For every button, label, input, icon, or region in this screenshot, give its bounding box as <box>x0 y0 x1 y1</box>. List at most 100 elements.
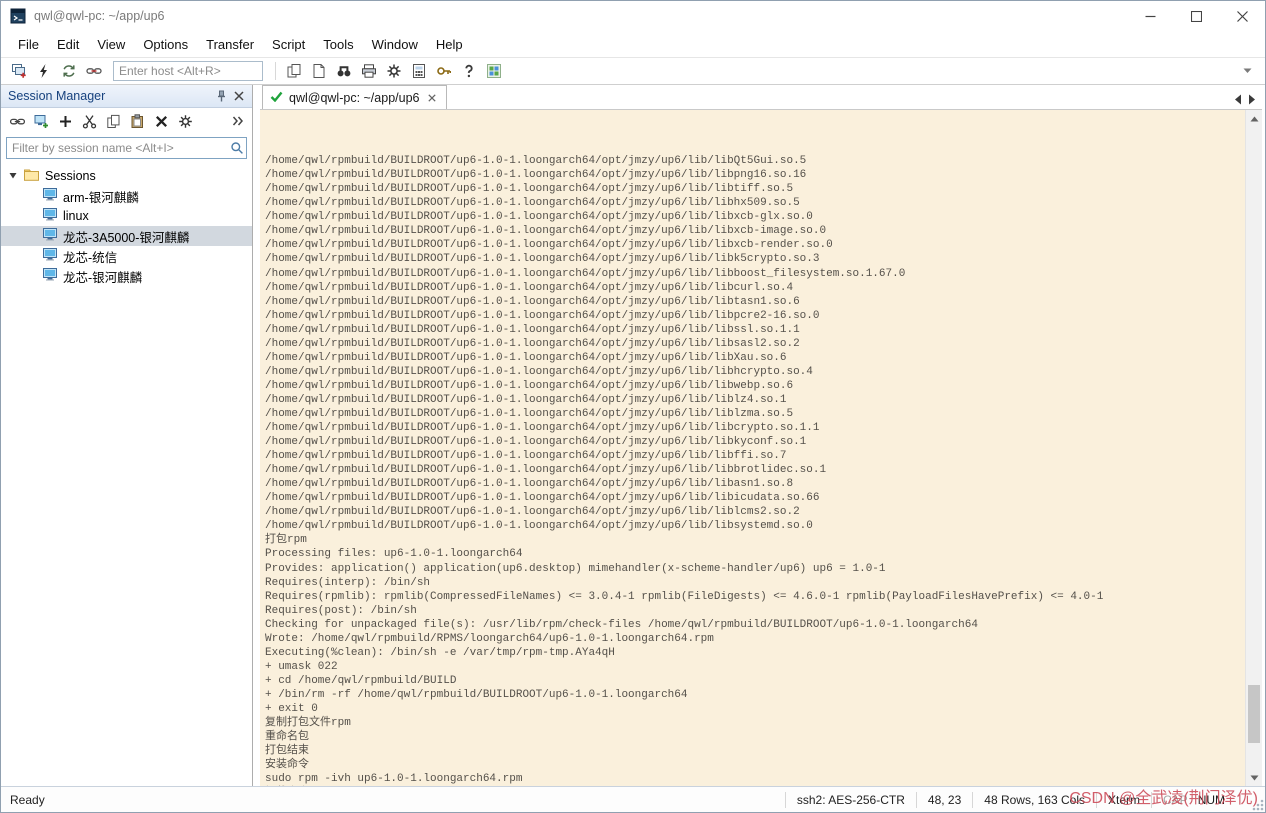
resize-grip[interactable] <box>1247 787 1265 812</box>
new-session-button-panel[interactable] <box>31 111 52 132</box>
print-button[interactable] <box>357 60 380 83</box>
terminal-line: Requires(rpmlib): rpmlib(CompressedFileN… <box>265 590 1242 604</box>
tree-root-label: Sessions <box>45 169 96 183</box>
scrollbar-thumb[interactable] <box>1248 685 1260 743</box>
terminal-line: /home/qwl/rpmbuild/BUILDROOT/up6-1.0-1.l… <box>265 210 1242 224</box>
terminal-line: /home/qwl/rpmbuild/BUILDROOT/up6-1.0-1.l… <box>265 154 1242 168</box>
duplicate-session-button[interactable] <box>282 60 305 83</box>
tab-scroll-left-button[interactable] <box>1234 94 1242 105</box>
titlebar: qwl@qwl-pc: ~/app/up6 <box>1 1 1265 31</box>
delete-button[interactable] <box>151 111 172 132</box>
session-arm-yinhe-kylin[interactable]: arm-银河麒麟 <box>1 186 252 206</box>
terminal-line: 打包结束 <box>265 744 1242 758</box>
terminal-line: /home/qwl/rpmbuild/BUILDROOT/up6-1.0-1.l… <box>265 337 1242 351</box>
toolbar-overflow-button[interactable] <box>1236 60 1259 83</box>
session-loongson-yinhe-kylin[interactable]: 龙芯-银河麒麟 <box>1 266 252 286</box>
terminal-line: + /bin/rm -rf /home/qwl/rpmbuild/BUILDRO… <box>265 688 1242 702</box>
tab-close-button[interactable] <box>425 91 439 105</box>
menu-edit[interactable]: Edit <box>48 33 88 56</box>
more-button[interactable] <box>227 111 248 132</box>
window-controls <box>1127 1 1265 31</box>
menu-options[interactable]: Options <box>134 33 197 56</box>
menubar: FileEditViewOptionsTransferScriptToolsWi… <box>1 31 1265 57</box>
close-button[interactable] <box>1219 1 1265 31</box>
main-area: Session Manager <box>1 85 1265 786</box>
menu-window[interactable]: Window <box>363 33 427 56</box>
compose-button[interactable] <box>407 60 430 83</box>
scroll-up-button[interactable] <box>1246 110 1262 127</box>
terminal-line: 打包rpm <box>265 533 1242 547</box>
menu-file[interactable]: File <box>9 33 48 56</box>
terminal-line: /home/qwl/rpmbuild/BUILDROOT/up6-1.0-1.l… <box>265 365 1242 379</box>
quick-commands-button[interactable] <box>32 60 55 83</box>
search-icon <box>228 141 246 155</box>
terminal-line: /home/qwl/rpmbuild/BUILDROOT/up6-1.0-1.l… <box>265 393 1242 407</box>
key-button[interactable] <box>432 60 455 83</box>
terminal-line: /home/qwl/rpmbuild/BUILDROOT/up6-1.0-1.l… <box>265 168 1242 182</box>
expander-icon[interactable] <box>8 169 18 183</box>
terminal-line: 安装命令 <box>265 758 1242 772</box>
terminal[interactable]: /home/qwl/rpmbuild/BUILDROOT/up6-1.0-1.l… <box>260 110 1262 786</box>
session-list: arm-银河麒麟 linux 龙芯-3A5000-银河麒麟 <box>1 186 252 286</box>
menu-help[interactable]: Help <box>427 33 472 56</box>
close-panel-button[interactable] <box>230 87 248 105</box>
terminal-line: Provides: application() application(up6.… <box>265 562 1242 576</box>
connect-button[interactable] <box>7 111 28 132</box>
menu-transfer[interactable]: Transfer <box>197 33 263 56</box>
paste-button[interactable] <box>127 111 148 132</box>
terminal-line: + exit 0 <box>265 702 1242 716</box>
caps-lock-indicator: CAP <box>1163 793 1188 807</box>
terminal-line: /home/qwl/rpmbuild/BUILDROOT/up6-1.0-1.l… <box>265 477 1242 491</box>
session-monitor-icon <box>43 268 57 284</box>
menu-view[interactable]: View <box>88 33 134 56</box>
status-cipher: ssh2: AES-256-CTR <box>785 792 916 808</box>
session-linux[interactable]: linux <box>1 206 252 226</box>
terminal-output: /home/qwl/rpmbuild/BUILDROOT/up6-1.0-1.l… <box>265 112 1242 786</box>
terminal-line: Wrote: /home/qwl/rpmbuild/RPMS/loongarch… <box>265 632 1242 646</box>
session-monitor-icon <box>43 188 57 204</box>
find-button[interactable] <box>332 60 355 83</box>
terminal-line: /home/qwl/rpmbuild/BUILDROOT/up6-1.0-1.l… <box>265 379 1242 393</box>
new-file-button[interactable] <box>307 60 330 83</box>
maximize-button[interactable] <box>1173 1 1219 31</box>
pin-panel-button[interactable] <box>212 87 230 105</box>
xmanager-button[interactable] <box>482 60 505 83</box>
terminal-line: + umask 022 <box>265 660 1242 674</box>
terminal-scrollbar[interactable] <box>1245 110 1262 786</box>
session-properties-button[interactable] <box>175 111 196 132</box>
session-loongson-3a5000-yinhe-kylin[interactable]: 龙芯-3A5000-银河麒麟 <box>1 226 252 246</box>
session-monitor-icon <box>43 208 57 224</box>
terminal-line: /home/qwl/rpmbuild/BUILDROOT/up6-1.0-1.l… <box>265 449 1242 463</box>
cut-button[interactable] <box>79 111 100 132</box>
help-button[interactable] <box>457 60 480 83</box>
minimize-button[interactable] <box>1127 1 1173 31</box>
session-manager-panel: Session Manager <box>1 85 253 786</box>
terminal-line: /home/qwl/rpmbuild/BUILDROOT/up6-1.0-1.l… <box>265 519 1242 533</box>
host-input[interactable] <box>113 61 263 81</box>
tab-label: qwl@qwl-pc: ~/app/up6 <box>289 91 419 105</box>
tab-scroll-right-button[interactable] <box>1248 94 1256 105</box>
scroll-down-button[interactable] <box>1246 769 1262 786</box>
menu-tools[interactable]: Tools <box>314 33 362 56</box>
terminal-line: 复制打包文件rpm <box>265 716 1242 730</box>
terminal-tab[interactable]: qwl@qwl-pc: ~/app/up6 <box>262 85 447 109</box>
copy-button[interactable] <box>103 111 124 132</box>
terminal-line: /home/qwl/rpmbuild/BUILDROOT/up6-1.0-1.l… <box>265 295 1242 309</box>
add-button[interactable] <box>55 111 76 132</box>
folder-icon <box>24 168 39 184</box>
properties-button[interactable] <box>382 60 405 83</box>
session-toolbar <box>1 108 252 134</box>
reconnect-button[interactable] <box>57 60 80 83</box>
new-session-button[interactable] <box>7 60 30 83</box>
session-monitor-icon <box>43 228 57 244</box>
session-filter-input[interactable] <box>7 139 228 157</box>
menu-script[interactable]: Script <box>263 33 314 56</box>
window-title: qwl@qwl-pc: ~/app/up6 <box>34 9 164 23</box>
tree-root-sessions[interactable]: Sessions <box>1 166 252 186</box>
terminal-line: /home/qwl/rpmbuild/BUILDROOT/up6-1.0-1.l… <box>265 351 1242 365</box>
session-loongson-uos[interactable]: 龙芯-统信 <box>1 246 252 266</box>
tabbar: qwl@qwl-pc: ~/app/up6 <box>260 85 1262 110</box>
terminal-line: /home/qwl/rpmbuild/BUILDROOT/up6-1.0-1.l… <box>265 407 1242 421</box>
disconnect-button[interactable] <box>82 60 105 83</box>
terminal-line: /home/qwl/rpmbuild/BUILDROOT/up6-1.0-1.l… <box>265 421 1242 435</box>
